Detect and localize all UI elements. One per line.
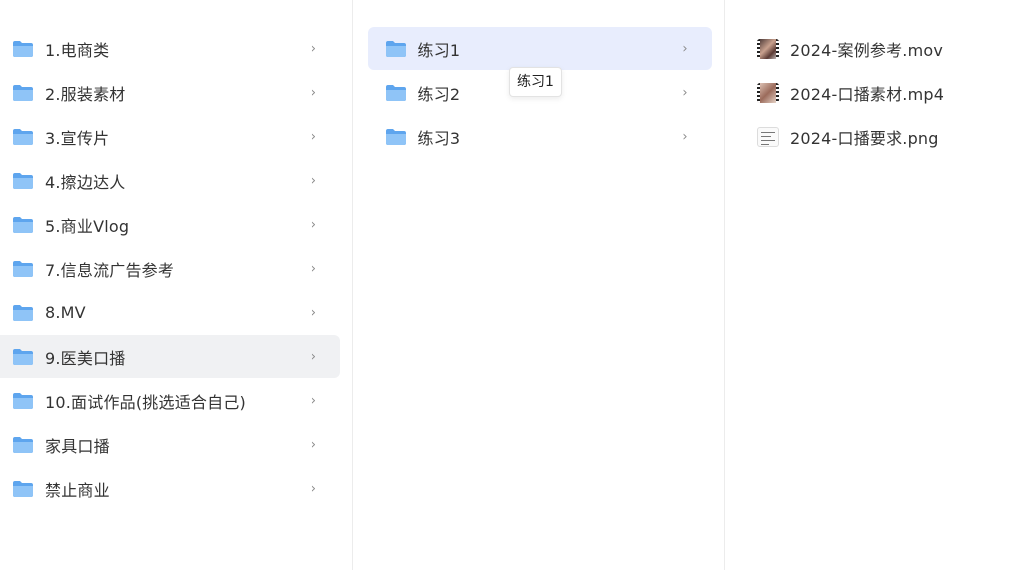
folder-label: 8.MV — [45, 303, 86, 322]
chevron-right-icon: › — [310, 85, 316, 100]
folder-label: 2.服装素材 — [45, 84, 126, 104]
chevron-right-icon: › — [310, 217, 316, 232]
folder-item-furniture[interactable]: 家具口播 › — [0, 423, 340, 466]
folder-label: 9.医美口播 — [45, 348, 126, 368]
folder-icon — [12, 260, 34, 278]
folder-column-1[interactable]: 1.电商类 › 2.服装素材 › 3.宣传片 › 4.擦边达人 › 5.商业Vl… — [0, 0, 353, 570]
chevron-right-icon: › — [310, 261, 316, 276]
chevron-right-icon: › — [310, 481, 316, 496]
folder-item-2[interactable]: 2.服装素材 › — [0, 71, 340, 114]
folder-label: 3.宣传片 — [45, 128, 110, 148]
folder-icon — [12, 304, 34, 322]
folder-icon — [12, 40, 34, 58]
folder-icon — [12, 216, 34, 234]
folder-icon — [385, 128, 407, 146]
chevron-right-icon: › — [310, 129, 316, 144]
folder-label: 练习1 — [417, 40, 461, 60]
folder-icon — [12, 128, 34, 146]
folder-label: 10.面试作品(挑选适合自己) — [45, 392, 246, 412]
chevron-right-icon: › — [310, 41, 316, 56]
folder-label: 4.擦边达人 — [45, 172, 126, 192]
video-thumbnail-icon — [757, 82, 779, 103]
file-label: 2024-口播要求.png — [790, 128, 939, 148]
folder-label: 练习2 — [417, 84, 461, 104]
folder-item-no-commercial[interactable]: 禁止商业 › — [0, 467, 340, 510]
folder-item-3[interactable]: 3.宣传片 › — [0, 115, 340, 158]
file-item-png[interactable]: 2024-口播要求.png — [755, 115, 1015, 158]
folder-icon — [12, 348, 34, 366]
folder-label: 7.信息流广告参考 — [45, 260, 175, 280]
chevron-right-icon: › — [310, 173, 316, 188]
folder-item-10[interactable]: 10.面试作品(挑选适合自己) › — [0, 379, 340, 422]
folder-item-8[interactable]: 8.MV › — [0, 291, 340, 334]
folder-label: 家具口播 — [45, 436, 110, 456]
file-label: 2024-案例参考.mov — [790, 40, 944, 60]
folder-icon — [385, 84, 407, 102]
folder-item-9[interactable]: 9.医美口播 › — [0, 335, 340, 378]
folder-item-1[interactable]: 1.电商类 › — [0, 27, 340, 70]
folder-icon — [12, 436, 34, 454]
folder-label: 1.电商类 — [45, 40, 110, 60]
chevron-right-icon: › — [682, 129, 688, 144]
folder-item-practice-1[interactable]: 练习1 › — [367, 27, 712, 70]
folder-item-7[interactable]: 7.信息流广告参考 › — [0, 247, 340, 290]
column-file-browser: 1.电商类 › 2.服装素材 › 3.宣传片 › 4.擦边达人 › 5.商业Vl… — [0, 0, 1015, 570]
image-thumbnail-icon — [757, 126, 779, 147]
tooltip: 练习1 — [509, 67, 562, 97]
folder-icon — [12, 392, 34, 410]
file-label: 2024-口播素材.mp4 — [790, 84, 945, 104]
folder-icon — [385, 40, 407, 58]
chevron-right-icon: › — [682, 85, 688, 100]
chevron-right-icon: › — [310, 393, 316, 408]
folder-label: 禁止商业 — [45, 480, 110, 500]
video-thumbnail-icon — [757, 38, 779, 59]
folder-item-practice-3[interactable]: 练习3 › — [368, 115, 712, 158]
folder-icon — [12, 84, 34, 102]
folder-icon — [12, 480, 34, 498]
chevron-right-icon: › — [310, 349, 316, 364]
file-column-3[interactable]: 2024-案例参考.mov 2024-口播素材.mp4 2024-口播要求.pn… — [725, 0, 1015, 570]
folder-item-4[interactable]: 4.擦边达人 › — [0, 159, 340, 202]
folder-icon — [12, 172, 34, 190]
folder-label: 5.商业Vlog — [45, 216, 130, 236]
folder-item-5[interactable]: 5.商业Vlog › — [0, 203, 340, 246]
chevron-right-icon: › — [310, 437, 316, 452]
folder-label: 练习3 — [417, 128, 461, 148]
chevron-right-icon: › — [310, 305, 316, 320]
file-item-mp4[interactable]: 2024-口播素材.mp4 — [755, 71, 1015, 114]
chevron-right-icon: › — [682, 41, 688, 56]
file-item-mov[interactable]: 2024-案例参考.mov — [755, 27, 1015, 70]
